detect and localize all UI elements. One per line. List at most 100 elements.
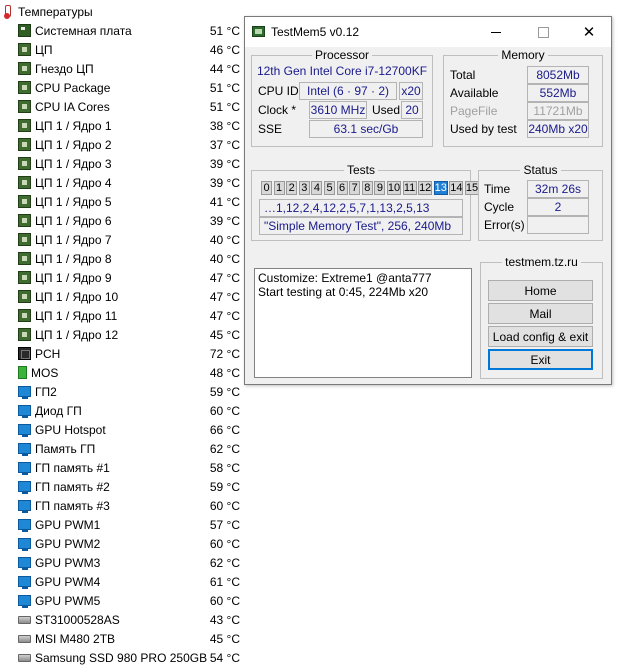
sensor-row[interactable]: ST31000528AS 43 °C: [18, 610, 240, 629]
home-button[interactable]: Home: [488, 280, 593, 301]
sensor-name: Гнездо ЦП: [35, 61, 94, 76]
sensor-row[interactable]: PCH 72 °C: [18, 344, 240, 363]
sensor-row[interactable]: ЦП 1 / Ядро 8 40 °C: [18, 249, 240, 268]
exit-button[interactable]: Exit: [488, 349, 593, 370]
gpu-icon: [18, 557, 31, 570]
cpu-icon: [18, 252, 31, 265]
sensor-row[interactable]: Samsung SSD 980 PRO 250GB 54 °C: [18, 648, 240, 667]
sensor-row[interactable]: GPU PWM1 57 °C: [18, 515, 240, 534]
cpu-icon: [18, 195, 31, 208]
sensor-name: ГП память #2: [35, 479, 110, 494]
test-cell: 5: [324, 181, 335, 195]
tree-root-label: Температуры: [18, 5, 93, 19]
sensor-row[interactable]: Системная плата 51 °C: [18, 21, 240, 40]
cpu-threads-field: x20: [399, 82, 423, 100]
sensor-name: ЦП 1 / Ядро 10: [35, 289, 119, 304]
minimize-icon: [491, 31, 501, 33]
sensor-row[interactable]: ЦП 1 / Ядро 1 38 °C: [18, 116, 240, 135]
sensor-row[interactable]: MSI M480 2TB 45 °C: [18, 629, 240, 648]
gpu-icon: [18, 386, 31, 399]
sensor-row[interactable]: ГП2 59 °C: [18, 382, 240, 401]
sensor-row[interactable]: ЦП 46 °C: [18, 40, 240, 59]
sensor-row[interactable]: ЦП 1 / Ядро 11 47 °C: [18, 306, 240, 325]
sensor-row[interactable]: ГП память #2 59 °C: [18, 477, 240, 496]
sensor-name: GPU PWM1: [35, 517, 101, 532]
gpu-icon: [18, 462, 31, 475]
sensor-row[interactable]: ЦП 1 / Ядро 4 39 °C: [18, 173, 240, 192]
gpu-icon: [18, 595, 31, 608]
sensor-value: 40 °C: [209, 251, 240, 266]
processor-group-title: Processor: [311, 48, 373, 62]
sensor-row[interactable]: ЦП 1 / Ядро 9 47 °C: [18, 268, 240, 287]
tree-root-temperatures[interactable]: Температуры: [2, 3, 93, 21]
sensor-name: ЦП 1 / Ядро 4: [35, 175, 112, 190]
sensor-row[interactable]: ЦП 1 / Ядро 3 39 °C: [18, 154, 240, 173]
test-cell: 2: [286, 181, 298, 195]
maximize-button[interactable]: [520, 17, 566, 47]
close-button[interactable]: ✕: [566, 17, 612, 47]
sensor-row[interactable]: ЦП 1 / Ядро 6 39 °C: [18, 211, 240, 230]
gpu-icon: [18, 538, 31, 551]
cpu-icon: [18, 138, 31, 151]
log-line: Start testing at 0:45, 224Mb x20: [258, 285, 429, 299]
title-bar[interactable]: TestMem5 v0.12 ✕: [245, 17, 611, 47]
total-field: 8052Mb: [527, 66, 589, 84]
errors-label: Error(s): [484, 218, 525, 232]
sensor-value: 43 °C: [209, 612, 240, 627]
sensor-row[interactable]: Память ГП 62 °C: [18, 439, 240, 458]
sensor-value: 72 °C: [209, 346, 240, 361]
sensor-row[interactable]: ЦП 1 / Ядро 5 41 °C: [18, 192, 240, 211]
sensor-value: 57 °C: [209, 517, 240, 532]
sensor-value: 62 °C: [209, 441, 240, 456]
sensor-row[interactable]: Гнездо ЦП 44 °C: [18, 59, 240, 78]
sensor-name: GPU PWM4: [35, 574, 101, 589]
sensor-row[interactable]: ЦП 1 / Ядро 10 47 °C: [18, 287, 240, 306]
available-field: 552Mb: [527, 84, 589, 102]
minimize-button[interactable]: [473, 17, 519, 47]
sensor-name: Память ГП: [35, 441, 96, 456]
sensor-name: ГП2: [35, 384, 57, 399]
sensor-row[interactable]: GPU Hotspot 66 °C: [18, 420, 240, 439]
gpu-icon: [18, 443, 31, 456]
sensor-row[interactable]: GPU PWM3 62 °C: [18, 553, 240, 572]
sensor-row[interactable]: ЦП 1 / Ядро 7 40 °C: [18, 230, 240, 249]
mail-button[interactable]: Mail: [488, 303, 593, 324]
sensor-row[interactable]: ЦП 1 / Ядро 12 45 °C: [18, 325, 240, 344]
gpu-icon: [18, 519, 31, 532]
sensor-name: ЦП 1 / Ядро 2: [35, 137, 112, 152]
sensor-row[interactable]: GPU PWM2 60 °C: [18, 534, 240, 553]
cpu-name: 12th Gen Intel Core i7-12700KF: [256, 64, 428, 78]
clock-field: 3610 MHz: [309, 101, 367, 119]
errors-field: [527, 216, 589, 234]
sensor-value: 39 °C: [209, 175, 240, 190]
disk-icon: [18, 634, 31, 643]
test-cell: 3: [298, 181, 310, 195]
load-config-exit-button[interactable]: Load config & exit: [488, 326, 593, 347]
sensor-row[interactable]: ЦП 1 / Ядро 2 37 °C: [18, 135, 240, 154]
sensor-value: 37 °C: [209, 137, 240, 152]
test-sequence-field: …1,12,2,4,12,2,5,7,1,13,2,5,13: [259, 199, 463, 217]
test-cell: 11: [402, 181, 417, 195]
sensor-row[interactable]: ГП память #1 58 °C: [18, 458, 240, 477]
cpu-icon: [18, 100, 31, 113]
sensor-row[interactable]: MOS 48 °C: [18, 363, 240, 382]
used-field: 20: [401, 101, 423, 119]
test-cell: 8: [361, 181, 373, 195]
test-cell: 15: [465, 181, 479, 195]
pagefile-field: 11721Mb: [527, 102, 589, 120]
cpu-icon: [18, 233, 31, 246]
sensor-row[interactable]: CPU Package 51 °C: [18, 78, 240, 97]
sensor-row[interactable]: CPU IA Cores 51 °C: [18, 97, 240, 116]
sensor-name: PCH: [35, 346, 61, 361]
sensor-value: 48 °C: [209, 365, 240, 380]
test-cell: 13: [433, 181, 448, 195]
total-label: Total: [450, 68, 476, 82]
sensor-row[interactable]: GPU PWM5 60 °C: [18, 591, 240, 610]
sensor-row[interactable]: GPU PWM4 61 °C: [18, 572, 240, 591]
gpu-icon: [18, 500, 31, 513]
sensor-row[interactable]: Диод ГП 60 °C: [18, 401, 240, 420]
log-textarea[interactable]: Customize: Extreme1 @anta777 Start testi…: [254, 268, 472, 378]
memory-group-title: Memory: [498, 48, 548, 62]
cpu-icon: [18, 328, 31, 341]
sensor-row[interactable]: ГП память #3 60 °C: [18, 496, 240, 515]
